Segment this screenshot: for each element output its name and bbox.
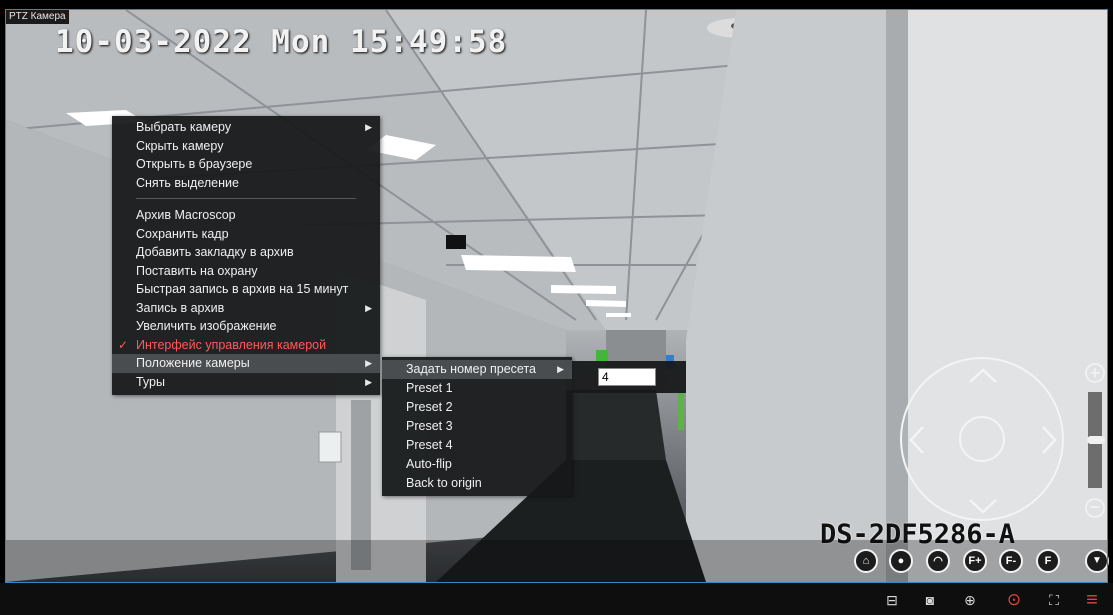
menu-item-label: Выбрать камеру	[136, 120, 232, 134]
menu-item-preset-4[interactable]: Preset 4	[382, 436, 572, 455]
camera-viewer: PTZ Камера 10-03-2022 Mon 15:49:58 DS-2D…	[0, 0, 1113, 615]
joystick-center-handle[interactable]	[959, 416, 1005, 462]
ptz-joystick[interactable]	[900, 357, 1064, 521]
menu-item-preset-3[interactable]: Preset 3	[382, 417, 572, 436]
wiper-icon[interactable]: ◠	[926, 549, 950, 573]
menu-item-label: Интерфейс управления камерой	[136, 337, 327, 352]
focus-icon[interactable]: F	[1036, 549, 1060, 573]
menu-item-label: Auto-flip	[406, 457, 452, 471]
ptz-icon[interactable]: ⊙	[1005, 591, 1023, 609]
menu-item-preset-2[interactable]: Preset 2	[382, 398, 572, 417]
menu-item-record-archive[interactable]: Запись в архив ▶	[112, 299, 380, 318]
zoom-in-button[interactable]: +	[1085, 363, 1105, 383]
light-icon[interactable]: ●	[889, 549, 913, 573]
menu-item-label: Preset 3	[406, 419, 453, 433]
preset-number-input[interactable]	[598, 368, 656, 386]
menu-item-auto-flip[interactable]: Auto-flip	[382, 455, 572, 474]
menu-item-quick-record[interactable]: Быстрая запись в архив на 15 минут	[112, 280, 380, 299]
menu-item-label: Сохранить кадр	[136, 226, 229, 241]
menu-item-set-preset-number[interactable]: Задать номер пресета ▶	[382, 360, 572, 379]
camera-toolbar	[0, 583, 1113, 615]
submenu-arrow-icon: ▶	[365, 302, 372, 313]
menu-item-save-frame[interactable]: Сохранить кадр	[112, 225, 380, 244]
context-menu: Выбрать камеру ▶ Скрыть камеру Открыть в …	[112, 116, 380, 395]
focus-far-icon[interactable]: F-	[999, 549, 1023, 573]
menu-item-label: Preset 1	[406, 381, 453, 395]
submenu-arrow-icon: ▶	[557, 364, 564, 374]
menu-item-macroscop-archive[interactable]: Архив Macroscop	[112, 206, 380, 225]
menu-item-tours[interactable]: Туры ▶	[112, 373, 380, 392]
menu-item-label: Туры	[136, 374, 165, 389]
menu-item-label: Увеличить изображение	[136, 319, 277, 333]
pan-left-icon[interactable]	[908, 425, 926, 455]
menu-item-label: Поставить на охрану	[136, 263, 258, 278]
menu-item-label: Добавить закладку в архив	[136, 245, 294, 259]
fullscreen-icon[interactable]: ⛶	[1045, 591, 1063, 609]
focus-near-icon[interactable]: F+	[963, 549, 987, 573]
collapse-icon[interactable]: ▼	[1085, 549, 1109, 573]
menu-item-label: Открыть в браузере	[136, 157, 253, 171]
submenu-arrow-icon: ▶	[365, 376, 372, 387]
zoom-out-button[interactable]: −	[1085, 498, 1105, 518]
menu-item-camera-position[interactable]: Положение камеры ▶	[112, 354, 380, 373]
camera-position-submenu: Задать номер пресета ▶ Preset 1 Preset 2 …	[382, 357, 572, 496]
menu-item-enlarge-image[interactable]: Увеличить изображение	[112, 317, 380, 336]
menu-item-arm[interactable]: Поставить на охрану	[112, 262, 380, 281]
menu-item-camera-control-interface[interactable]: ✓ Интерфейс управления камерой	[112, 336, 380, 355]
menu-item-label: Архив Macroscop	[136, 208, 236, 222]
zoom-icon[interactable]: ⊕	[961, 591, 979, 609]
menu-item-label: Положение камеры	[136, 356, 250, 370]
menu-item-label: Preset 2	[406, 400, 453, 414]
menu-item-back-to-origin[interactable]: Back to origin	[382, 474, 572, 493]
submenu-arrow-icon: ▶	[365, 358, 372, 368]
menu-item-hide-camera[interactable]: Скрыть камеру	[112, 137, 380, 156]
zoom-slider-knob[interactable]	[1087, 436, 1105, 444]
checkmark-icon: ✓	[118, 337, 129, 352]
camera-title-label: PTZ Камера	[6, 10, 69, 24]
home-icon[interactable]: ⌂	[854, 549, 878, 573]
snapshot-icon[interactable]: ◙	[921, 591, 939, 609]
osd-timestamp: 10-03-2022 Mon 15:49:58	[55, 24, 508, 60]
menu-item-add-bookmark[interactable]: Добавить закладку в архив	[112, 243, 380, 262]
menu-item-label: Задать номер пресета	[406, 362, 537, 376]
menu-item-label: Скрыть камеру	[136, 138, 224, 153]
menu-item-select-camera[interactable]: Выбрать камеру ▶	[112, 118, 380, 137]
archive-icon[interactable]: ⊟	[883, 591, 901, 609]
menu-item-label: Быстрая запись в архив на 15 минут	[136, 282, 349, 296]
menu-icon[interactable]: ≡	[1083, 590, 1101, 610]
menu-separator	[136, 198, 356, 199]
menu-item-label: Запись в архив	[136, 300, 225, 315]
pan-up-icon[interactable]	[968, 367, 998, 385]
pan-down-icon[interactable]	[968, 497, 998, 515]
pan-right-icon[interactable]	[1040, 425, 1058, 455]
menu-item-deselect[interactable]: Снять выделение	[112, 174, 380, 193]
menu-item-label: Preset 4	[406, 438, 453, 452]
menu-item-label: Back to origin	[406, 476, 482, 490]
menu-item-open-in-browser[interactable]: Открыть в браузере	[112, 155, 380, 174]
menu-item-label: Снять выделение	[136, 175, 239, 190]
menu-item-preset-1[interactable]: Preset 1	[382, 379, 572, 398]
submenu-arrow-icon: ▶	[365, 122, 372, 132]
